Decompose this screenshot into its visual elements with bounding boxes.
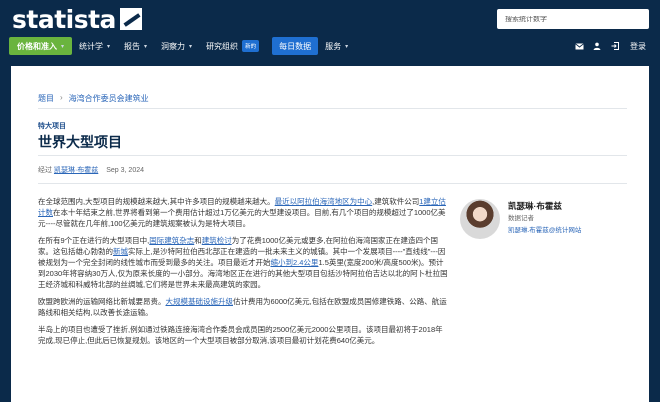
nav-daily-data-label: 每日数据	[279, 41, 312, 51]
avatar	[460, 199, 500, 239]
text: ,建筑软件公司	[372, 197, 420, 206]
article-kicker: 特大项目	[38, 123, 66, 130]
nav-insights[interactable]: 洞察力 ▾	[154, 37, 199, 55]
account-icon[interactable]	[588, 37, 606, 55]
nav-pricing[interactable]: 价格和准入 ▾	[9, 37, 73, 55]
login-icon[interactable]	[606, 37, 624, 55]
nav-services-label: 服务	[325, 41, 342, 51]
breadcrumb-topics[interactable]: 题目	[38, 93, 54, 104]
main-nav: 价格和准入 ▾ 统计学 ▾ 报告 ▾ 洞察力 ▾ 研究组织 新的 每日数据 服务…	[0, 37, 660, 55]
text: 欧盟跨欧洲的运输网络比新城要昂贵。	[38, 297, 166, 306]
search-input[interactable]	[505, 15, 635, 23]
link-neom[interactable]: 新城	[113, 247, 128, 256]
link-gulf-region[interactable]: 最近以阿拉伯海湾地区为中心	[275, 197, 373, 206]
nav-insights-label: 洞察力	[161, 41, 186, 51]
breadcrumb: 题目 › 海湾合作委员会建筑业	[38, 93, 149, 104]
divider	[38, 108, 627, 109]
site-header: statista 价格和准入 ▾ 统计学 ▾ 报告 ▾ 洞察力 ▾ 研究组织 新…	[0, 0, 660, 66]
chevron-down-icon: ▾	[345, 43, 349, 50]
paragraph: 在所有9个正在进行的大型项目中,国际建筑杂志和建筑检讨为了花费1000亿美元或更…	[38, 235, 450, 290]
mail-icon[interactable]	[570, 37, 588, 55]
nav-research-label: 研究组织	[206, 41, 239, 51]
nav-statistics-label: 统计学	[79, 41, 104, 51]
author-email-link[interactable]: 凯瑟琳.布霍兹@统计网站	[508, 224, 581, 234]
link-construction-review[interactable]: 建筑检讨	[202, 236, 232, 245]
paragraph: 在全球范围内,大型项目的规模越来越大,其中许多项目的规模越来越大。最近以阿拉伯海…	[38, 196, 450, 229]
link-infrastructure-upgrade[interactable]: 大规模基础设施升级	[166, 297, 234, 306]
nav-services[interactable]: 服务 ▾	[318, 37, 355, 55]
chevron-down-icon: ▾	[189, 43, 193, 50]
chevron-down-icon: ▾	[107, 43, 111, 50]
paragraph: 欧盟跨欧洲的运输网络比新城要昂贵。大规模基础设施升级估计费用为6000亿美元,包…	[38, 296, 450, 318]
nav-daily-data[interactable]: 每日数据	[272, 37, 319, 55]
chevron-down-icon: ▾	[61, 43, 65, 50]
article-body: 在全球范围内,大型项目的规模越来越大,其中许多项目的规模越来越大。最近以阿拉伯海…	[38, 196, 450, 352]
nav-reports-label: 报告	[124, 41, 141, 51]
logo-mark-icon	[119, 8, 142, 30]
login-link[interactable]: 登录	[630, 41, 646, 52]
article-page: 题目 › 海湾合作委员会建筑业 特大项目 世界大型项目 经过 凯瑟琳·布霍兹 S…	[11, 66, 649, 402]
nav-right: 登录	[570, 37, 660, 55]
nav-research[interactable]: 研究组织 新的	[199, 37, 266, 55]
divider	[38, 183, 627, 184]
page-title: 世界大型项目	[38, 134, 122, 150]
text: 在本十年结束之前,世界将看到第一个费用估计超过1万亿美元的大型建设项目。目前,有…	[38, 208, 446, 228]
nav-pricing-label: 价格和准入	[17, 41, 57, 51]
logo-text: statista	[12, 4, 116, 34]
new-badge: 新的	[242, 40, 260, 52]
text: 在所有9个正在进行的大型项目中,	[38, 236, 150, 245]
link-construction-magazine[interactable]: 国际建筑杂志	[149, 236, 194, 245]
nav-reports[interactable]: 报告 ▾	[117, 37, 154, 55]
text: 和	[194, 236, 202, 245]
author-role: 数据记者	[508, 215, 534, 222]
breadcrumb-separator: ›	[60, 93, 63, 102]
text: 在全球范围内,大型项目的规模越来越大,其中许多项目的规模越来越大。	[38, 197, 275, 206]
author-card: 凯瑟琳·布霍兹 数据记者 凯瑟琳.布霍兹@统计网站	[460, 199, 640, 239]
search-box[interactable]	[497, 9, 649, 29]
nav-statistics[interactable]: 统计学 ▾	[72, 37, 117, 55]
byline: 经过 凯瑟琳·布霍兹 Sep 3, 2024	[38, 165, 144, 175]
byline-prefix: 经过	[38, 167, 52, 174]
publish-date: Sep 3, 2024	[106, 167, 145, 174]
link-scaled-down[interactable]: 缩小到2.4公里	[271, 258, 319, 267]
chevron-down-icon: ▾	[144, 43, 148, 50]
author-name: 凯瑟琳·布霍兹	[508, 201, 562, 211]
byline-author-link[interactable]: 凯瑟琳·布霍兹	[54, 167, 98, 174]
breadcrumb-gcc-construction[interactable]: 海湾合作委员会建筑业	[69, 93, 149, 104]
statista-logo[interactable]: statista	[12, 4, 142, 34]
divider	[38, 155, 627, 156]
paragraph: 半岛上的项目也遭受了挫折,例如通过铁路连接海湾合作委员会成员国的2500亿美元2…	[38, 325, 443, 345]
